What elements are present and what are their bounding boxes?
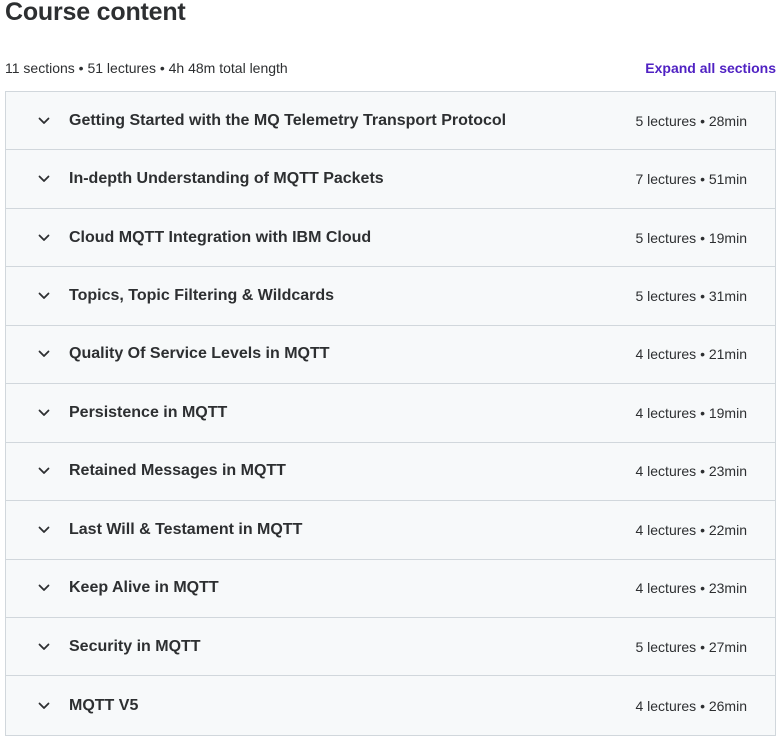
section-info: 5 lectures • 27min <box>635 638 747 655</box>
section-row[interactable]: Quality Of Service Levels in MQTT 4 lectu… <box>6 325 775 385</box>
section-title: Getting Started with the MQ Telemetry Tr… <box>69 111 507 129</box>
section-info: 4 lectures • 23min <box>635 463 747 480</box>
chevron-down-icon <box>36 288 52 304</box>
summary-row: 11 sections • 51 lectures • 4h 48m total… <box>5 58 776 78</box>
chevron-down-icon <box>36 171 52 187</box>
section-row[interactable]: Last Will & Testament in MQTT 4 lectures … <box>6 501 775 560</box>
chevron-down-icon <box>36 463 52 479</box>
section-title: Quality Of Service Levels in MQTT <box>69 345 330 363</box>
chevron-down-icon <box>36 522 52 538</box>
section-info: 7 lectures • 51min <box>635 171 747 188</box>
chevron-down-icon <box>36 346 52 362</box>
section-row[interactable]: Persistence in MQTT 4 lectures • 19min <box>6 384 775 443</box>
section-row[interactable]: Topics, Topic Filtering & Wildcards 5 lec… <box>6 267 775 326</box>
section-row[interactable]: Cloud MQTT Integration with IBM Cloud 5 l… <box>6 208 775 268</box>
course-summary: 11 sections • 51 lectures • 4h 48m total… <box>5 60 288 76</box>
section-info: 5 lectures • 19min <box>635 229 747 246</box>
section-title: MQTT V5 <box>69 696 139 714</box>
section-title: Topics, Topic Filtering & Wildcards <box>69 287 335 305</box>
page-title: Course content <box>5 0 186 26</box>
chevron-down-icon <box>36 639 52 655</box>
section-title: In-depth Understanding of MQTT Packets <box>69 170 384 188</box>
chevron-down-icon <box>36 113 52 129</box>
section-title: Last Will & Testament in MQTT <box>69 520 303 538</box>
section-info: 4 lectures • 23min <box>635 580 747 597</box>
section-title: Retained Messages in MQTT <box>69 462 286 480</box>
chevron-down-icon <box>36 405 52 421</box>
section-row[interactable]: Keep Alive in MQTT 4 lectures • 23min <box>6 559 775 618</box>
section-info: 4 lectures • 19min <box>635 404 747 421</box>
section-info: 4 lectures • 26min <box>635 697 747 714</box>
chevron-down-icon <box>36 580 52 596</box>
section-title: Security in MQTT <box>69 637 201 655</box>
section-row[interactable]: MQTT V5 4 lectures • 26min <box>6 676 775 735</box>
course-content-panel: Course content 11 sections • 51 lectures… <box>0 0 780 739</box>
section-row[interactable]: Retained Messages in MQTT 4 lectures • 23… <box>6 442 775 502</box>
section-info: 5 lectures • 31min <box>635 288 747 305</box>
section-title: Keep Alive in MQTT <box>69 579 219 597</box>
section-row[interactable]: Getting Started with the MQ Telemetry Tr… <box>6 92 775 151</box>
section-info: 4 lectures • 22min <box>635 521 747 538</box>
section-info: 4 lectures • 21min <box>635 346 747 363</box>
section-row[interactable]: In-depth Understanding of MQTT Packets 7 … <box>6 150 775 209</box>
section-list: Getting Started with the MQ Telemetry Tr… <box>5 91 776 736</box>
section-info: 5 lectures • 28min <box>635 112 747 129</box>
chevron-down-icon <box>36 698 52 714</box>
section-title: Cloud MQTT Integration with IBM Cloud <box>69 228 372 246</box>
chevron-down-icon <box>36 230 52 246</box>
section-title: Persistence in MQTT <box>69 403 228 421</box>
expand-all-sections-button[interactable]: Expand all sections <box>645 60 776 76</box>
section-row[interactable]: Security in MQTT 5 lectures • 27min <box>6 617 775 677</box>
